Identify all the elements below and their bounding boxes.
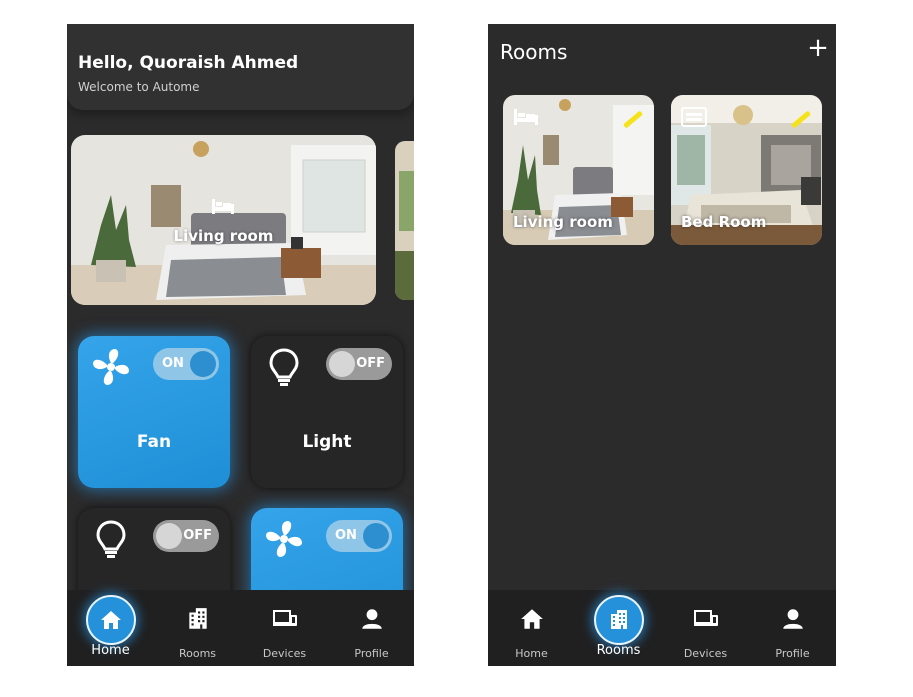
devices-icon — [693, 610, 718, 626]
bed-icon — [681, 107, 707, 127]
devices-icon — [272, 610, 297, 626]
home-icon — [520, 609, 543, 629]
rooms-screen: Rooms + Living room Bed Room Home Rooms … — [488, 24, 836, 666]
nav-devices[interactable]: Devices — [662, 590, 749, 666]
room-label: Living room — [513, 213, 613, 231]
nav-label: Home — [515, 647, 548, 660]
building-icon — [610, 610, 627, 629]
nav-label: Home — [91, 643, 130, 658]
fan-toggle[interactable]: ON — [153, 348, 219, 380]
device-tile-light[interactable]: OFF Light — [251, 336, 403, 488]
person-icon — [361, 609, 382, 629]
nav-label: Devices — [683, 647, 728, 660]
nav-rooms-highlight — [593, 595, 644, 645]
home-icon — [100, 611, 121, 629]
device-tile-fan[interactable]: ON Fan — [78, 336, 230, 488]
bed-icon — [212, 199, 234, 214]
featured-room-label: Living room — [173, 227, 274, 245]
light-toggle[interactable]: OFF — [326, 348, 392, 380]
toggle-knob — [363, 523, 389, 549]
featured-room-card[interactable]: Living room — [71, 135, 376, 305]
toggle-knob — [156, 523, 182, 549]
welcome-text: Welcome to Autome — [78, 80, 200, 94]
add-room-button[interactable]: + — [806, 35, 830, 61]
nav-profile[interactable]: Profile — [749, 590, 836, 666]
room-card-living-room[interactable]: Living room — [503, 95, 654, 245]
light-2-toggle[interactable]: OFF — [153, 520, 219, 552]
device-name: Light — [302, 432, 352, 452]
page-title: Rooms — [500, 40, 568, 64]
nav-devices[interactable]: Devices — [241, 590, 328, 666]
bottom-nav: Home Rooms Devices Profile — [488, 590, 836, 666]
building-icon — [188, 608, 207, 629]
bed-icon — [514, 109, 538, 125]
bulb-icon — [96, 520, 126, 558]
bottom-nav: Home Rooms Devices Profile — [67, 590, 414, 666]
toggle-state-label: ON — [162, 356, 184, 371]
fan-2-toggle[interactable]: ON — [326, 520, 392, 552]
room-photo-peek — [395, 141, 414, 300]
toggle-state-label: OFF — [183, 528, 212, 543]
room-card-bed-room[interactable]: Bed Room — [671, 95, 822, 245]
toggle-state-label: OFF — [356, 356, 385, 371]
person-icon — [782, 609, 803, 629]
greeting-text: Hello, Quoraish Ahmed — [78, 53, 299, 73]
toggle-knob — [190, 351, 216, 377]
nav-label: Profile — [775, 647, 810, 660]
nav-rooms[interactable]: Rooms — [575, 590, 662, 666]
nav-home[interactable]: Home — [67, 590, 154, 666]
nav-label: Rooms — [178, 647, 217, 660]
nav-home-highlight — [85, 595, 136, 645]
nav-profile[interactable]: Profile — [328, 590, 414, 666]
nav-home[interactable]: Home — [488, 590, 575, 666]
nav-rooms[interactable]: Rooms — [154, 590, 241, 666]
fan-icon — [266, 521, 302, 557]
living-room-photo — [71, 135, 376, 305]
fan-icon — [93, 349, 129, 385]
home-screen: Hello, Quoraish Ahmed Welcome to Autome — [67, 24, 414, 666]
bulb-icon — [269, 348, 299, 386]
room-label: Bed Room — [681, 213, 767, 231]
home-header: Hello, Quoraish Ahmed Welcome to Autome — [67, 24, 414, 110]
next-room-card[interactable] — [395, 141, 414, 300]
nav-label: Devices — [262, 647, 307, 660]
toggle-state-label: ON — [335, 528, 357, 543]
nav-label: Profile — [354, 647, 389, 660]
toggle-knob — [329, 351, 355, 377]
nav-label: Rooms — [596, 643, 641, 658]
device-name: Fan — [136, 432, 172, 452]
